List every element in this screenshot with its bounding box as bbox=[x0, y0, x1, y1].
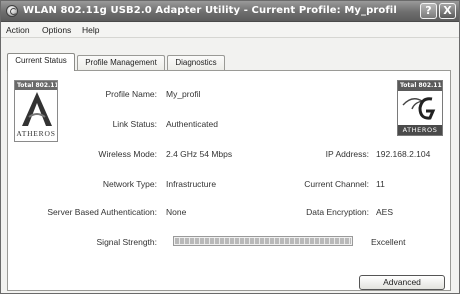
menu-bar: Action Options Help bbox=[1, 23, 459, 38]
advanced-button[interactable]: Advanced bbox=[359, 275, 445, 290]
window-title: WLAN 802.11g USB2.0 Adapter Utility - Cu… bbox=[23, 5, 397, 16]
current-channel-label: Current Channel: bbox=[304, 179, 369, 189]
tab-current-status[interactable]: Current Status bbox=[7, 53, 75, 71]
network-type-value: Infrastructure bbox=[166, 179, 217, 189]
signal-strength-meter bbox=[173, 236, 353, 246]
server-auth-value: None bbox=[166, 207, 187, 217]
logo-name-text: ATHEROS bbox=[16, 129, 56, 138]
logo-name-text: ATHEROS bbox=[398, 125, 442, 135]
app-icon bbox=[6, 5, 18, 17]
signal-strength-fill bbox=[175, 238, 351, 244]
data-encryption-label: Data Encryption: bbox=[306, 207, 369, 217]
menu-help[interactable]: Help bbox=[82, 25, 99, 35]
current-channel-value: 11 bbox=[376, 179, 385, 189]
super-g-icon bbox=[402, 97, 436, 120]
tab-diagnostics[interactable]: Diagnostics bbox=[167, 55, 225, 70]
server-auth-label: Server Based Authentication: bbox=[47, 207, 157, 217]
logo-badge-text: Total 802.11 bbox=[398, 81, 442, 91]
title-bar[interactable]: WLAN 802.11g USB2.0 Adapter Utility - Cu… bbox=[1, 1, 459, 22]
atheros-a-icon bbox=[22, 92, 52, 126]
wireless-mode-label: Wireless Mode: bbox=[98, 149, 157, 159]
profile-name-label: Profile Name: bbox=[105, 89, 158, 99]
tab-profile-management[interactable]: Profile Management bbox=[77, 55, 165, 70]
ip-address-label: IP Address: bbox=[325, 149, 369, 159]
utility-window: WLAN 802.11g USB2.0 Adapter Utility - Cu… bbox=[0, 0, 460, 294]
atheros-super-g-logo: Total 802.11 ATHEROS bbox=[397, 80, 443, 136]
wireless-mode-value: 2.4 GHz 54 Mbps bbox=[166, 149, 233, 159]
signal-strength-label: Signal Strength: bbox=[96, 237, 157, 247]
link-status-label: Link Status: bbox=[112, 119, 157, 129]
data-encryption-value: AES bbox=[376, 207, 394, 217]
ip-address-value: 192.168.2.104 bbox=[376, 149, 431, 159]
profile-name-value: My_profil bbox=[166, 89, 201, 99]
atheros-logo-left: Total 802.11 ATHEROS bbox=[14, 80, 58, 142]
logo-badge-text: Total 802.11 bbox=[15, 81, 57, 90]
network-type-label: Network Type: bbox=[102, 179, 157, 189]
close-button[interactable]: X bbox=[439, 3, 456, 19]
help-button[interactable]: ? bbox=[420, 3, 437, 19]
menu-action[interactable]: Action bbox=[6, 25, 30, 35]
signal-strength-text: Excellent bbox=[371, 237, 406, 247]
link-status-value: Authenticated bbox=[166, 119, 218, 129]
menu-options[interactable]: Options bbox=[42, 25, 71, 35]
